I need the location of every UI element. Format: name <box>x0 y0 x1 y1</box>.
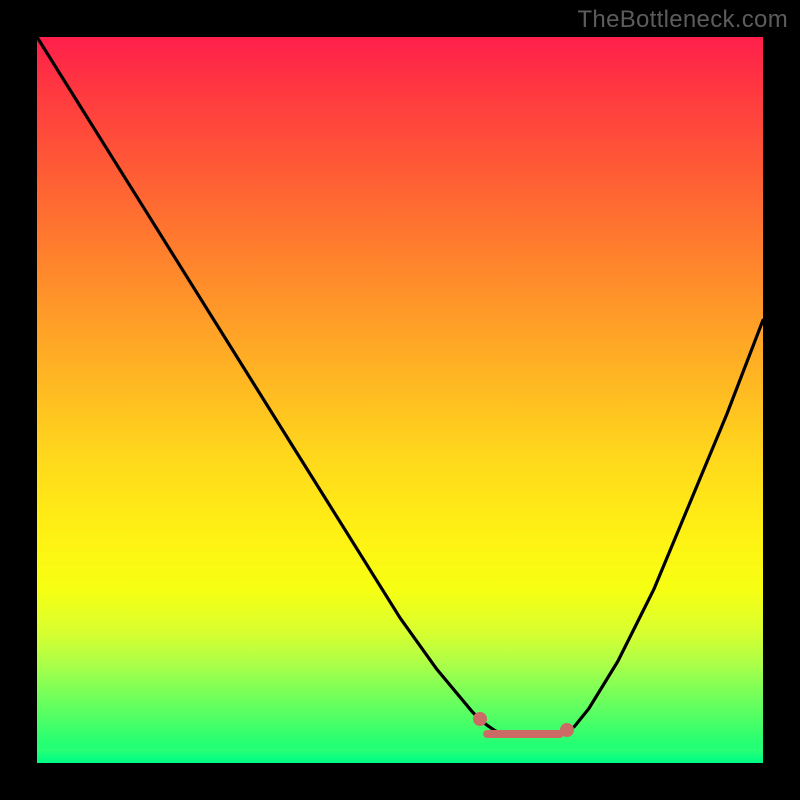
bottleneck-curve <box>0 0 800 800</box>
watermark-text: TheBottleneck.com <box>577 6 788 34</box>
chart-frame: TheBottleneck.com <box>0 0 800 800</box>
